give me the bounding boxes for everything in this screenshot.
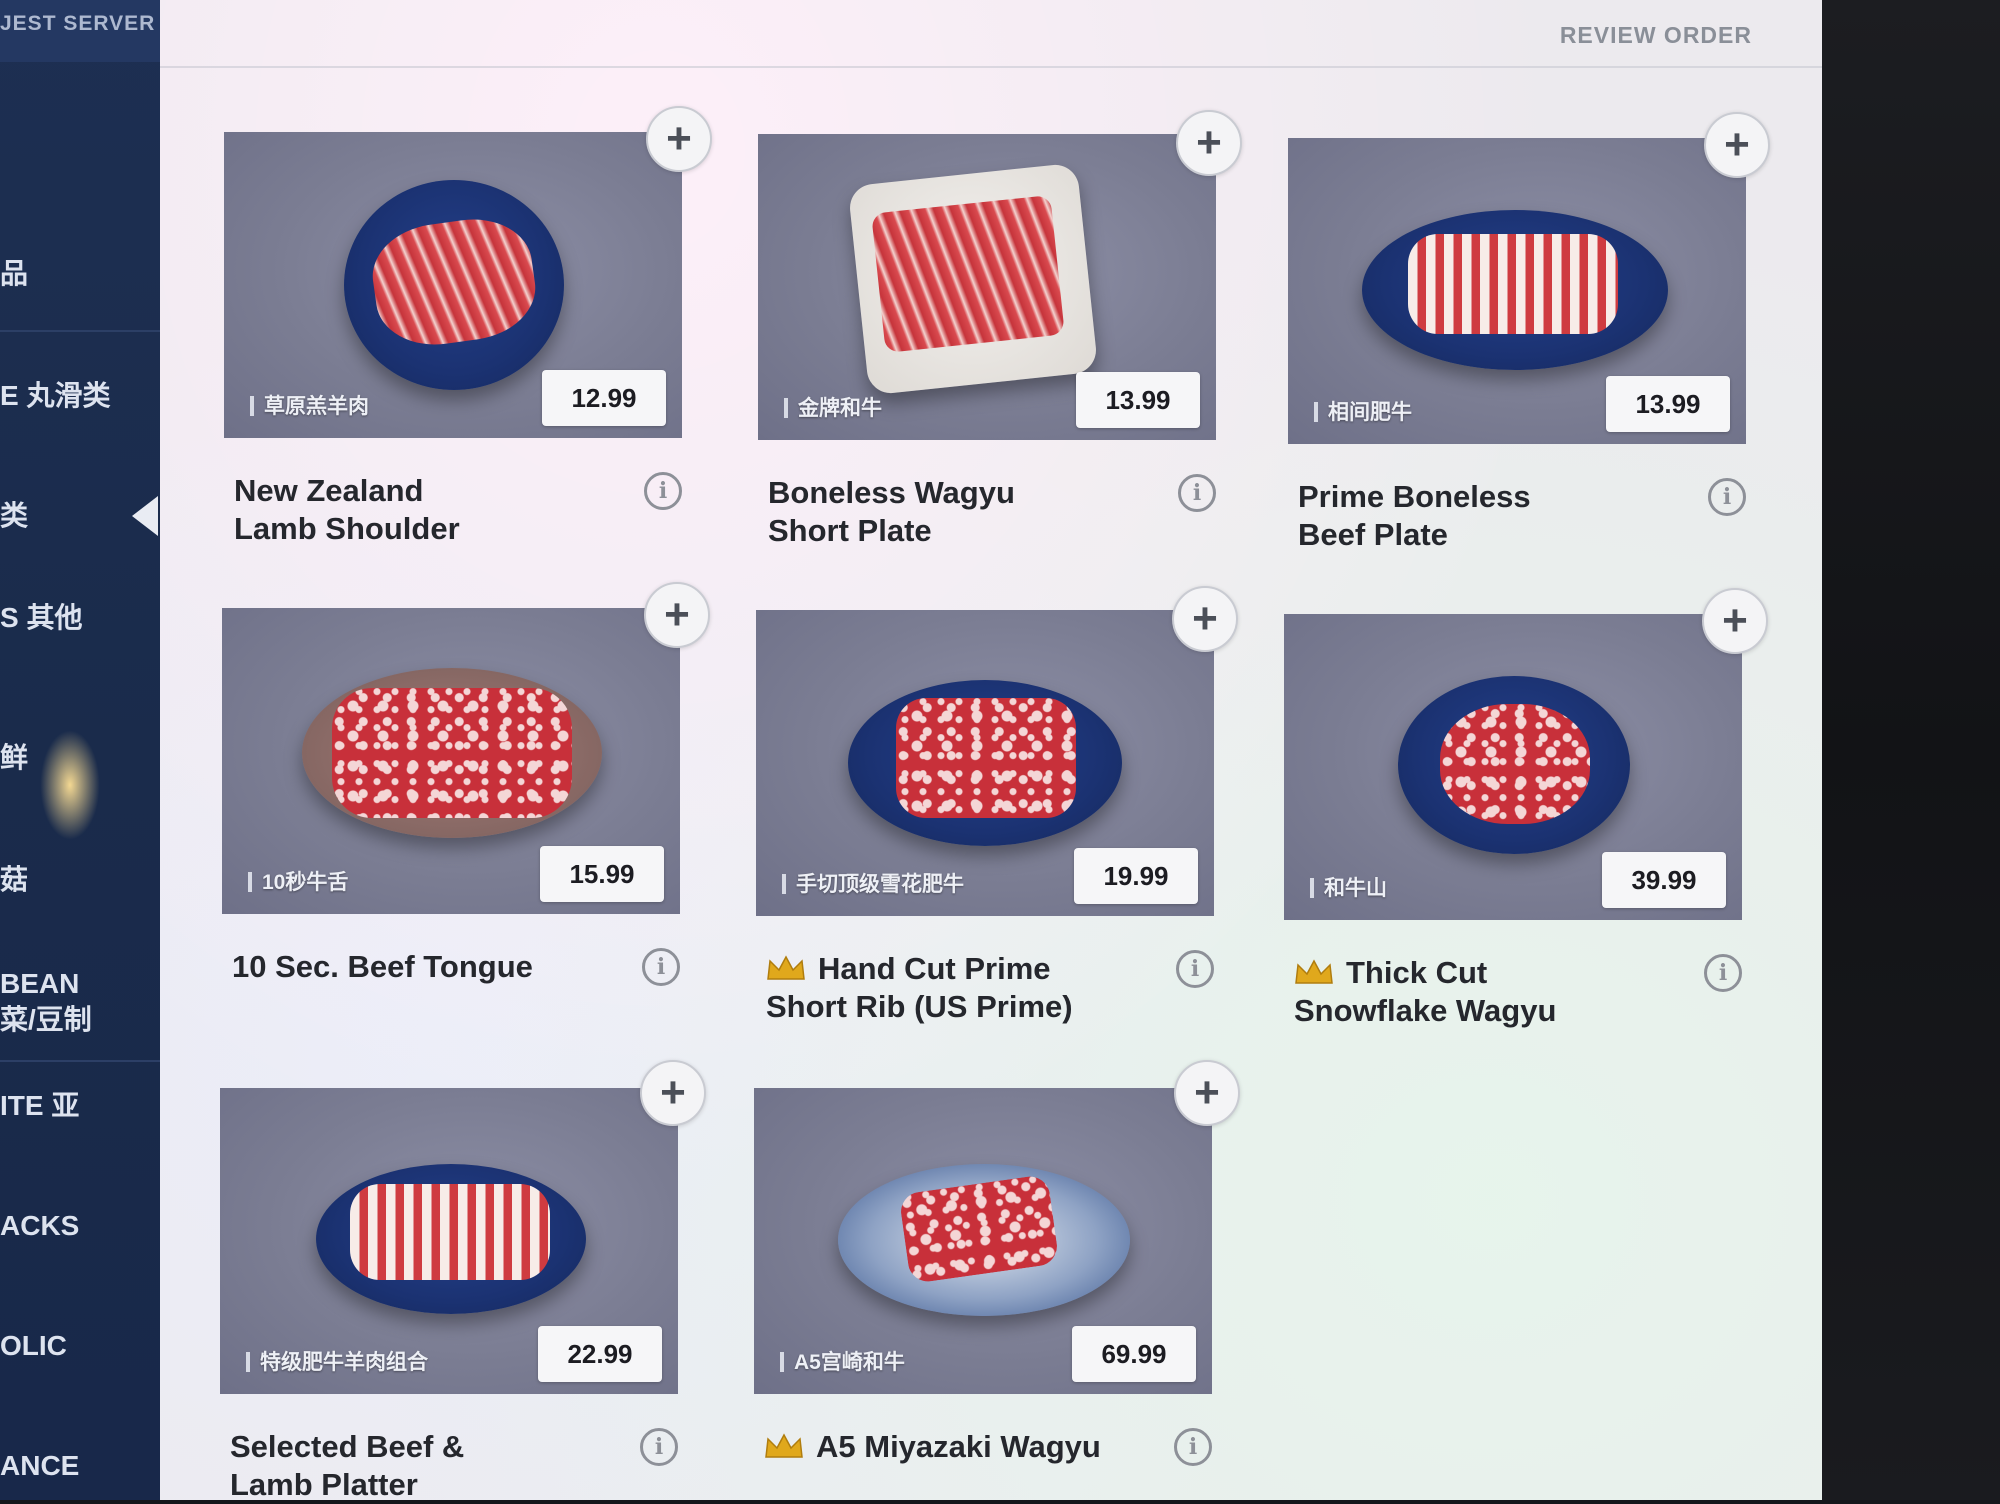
chinese-name: 10秒牛舌 xyxy=(248,866,348,896)
meat xyxy=(332,688,572,818)
item-name: A5 Miyazaki Wagyu xyxy=(764,1428,1184,1466)
meat xyxy=(1440,704,1590,824)
menu-item-card[interactable]: 草原羔羊肉 12.99 + New Zealand Lamb Shoulder i xyxy=(224,106,712,552)
sidebar-item-1[interactable]: E 丸滑类 xyxy=(0,378,160,414)
item-name: Prime Boneless Beef Plate xyxy=(1298,479,1531,552)
sidebar-item-7[interactable]: 菜/豆制 xyxy=(0,1002,160,1038)
item-name: Thick Cut Snowflake Wagyu xyxy=(1294,955,1557,1028)
light-glare xyxy=(40,730,100,840)
price-tag: 22.99 xyxy=(538,1326,662,1382)
dish-photo: 相间肥牛 13.99 xyxy=(1288,138,1746,444)
item-name: 10 Sec. Beef Tongue xyxy=(232,949,533,984)
crown-icon xyxy=(767,955,805,980)
item-name: Hand Cut Prime Short Rib (US Prime) xyxy=(766,951,1073,1024)
chinese-name: 手切顶级雪花肥牛 xyxy=(782,868,964,898)
sidebar-item-11[interactable]: ANCE xyxy=(0,1448,160,1484)
chinese-name: 草原羔羊肉 xyxy=(250,390,369,420)
info-icon[interactable]: i xyxy=(1178,474,1216,512)
sidebar-item-10[interactable]: OLIC xyxy=(0,1328,160,1364)
price-tag: 15.99 xyxy=(540,846,664,902)
sidebar-item-3[interactable]: S 其他 xyxy=(0,600,160,636)
item-name: Boneless Wagyu Short Plate xyxy=(768,475,1015,548)
header-divider xyxy=(160,66,1822,68)
sidebar-divider xyxy=(0,1060,160,1062)
menu-item-card[interactable]: A5宫崎和牛 69.99 + A5 Miyazaki Wagyu i xyxy=(754,1060,1240,1500)
menu-item-card[interactable]: 10秒牛舌 15.99 + 10 Sec. Beef Tongue i xyxy=(222,582,710,1028)
price-tag: 69.99 xyxy=(1072,1326,1196,1382)
price-tag: 19.99 xyxy=(1074,848,1198,904)
info-icon[interactable]: i xyxy=(644,472,682,510)
dish-photo: 特级肥牛羊肉组合 22.99 xyxy=(220,1088,678,1394)
sidebar-item-5[interactable]: 菇 xyxy=(0,862,160,898)
info-icon[interactable]: i xyxy=(642,948,680,986)
dish-photo: 金牌和牛 13.99 xyxy=(758,134,1216,440)
add-item-button[interactable]: + xyxy=(640,1060,706,1126)
chinese-name: 和牛山 xyxy=(1310,872,1387,902)
dish-photo: 10秒牛舌 15.99 xyxy=(222,608,680,914)
price-tag: 13.99 xyxy=(1076,372,1200,428)
chinese-name: 特级肥牛羊肉组合 xyxy=(246,1346,428,1376)
active-category-pointer xyxy=(132,496,158,536)
dish-photo: A5宫崎和牛 69.99 xyxy=(754,1088,1212,1394)
crown-icon xyxy=(1295,959,1333,984)
dish-photo: 和牛山 39.99 xyxy=(1284,614,1742,920)
info-icon[interactable]: i xyxy=(1704,954,1742,992)
menu-panel: REVIEW ORDER 草原羔羊肉 12.99 + New Zealand La… xyxy=(160,0,1822,1502)
add-item-button[interactable]: + xyxy=(646,106,712,172)
price-tag: 39.99 xyxy=(1602,852,1726,908)
review-order-button[interactable]: REVIEW ORDER xyxy=(1560,22,1752,49)
crown-icon xyxy=(765,1433,803,1458)
item-name: Selected Beef & Lamb Platter xyxy=(230,1429,465,1502)
menu-item-card[interactable]: 特级肥牛羊肉组合 22.99 + Selected Beef & Lamb Pla… xyxy=(220,1060,706,1502)
meat xyxy=(1408,234,1618,334)
info-icon[interactable]: i xyxy=(1176,950,1214,988)
price-tag: 12.99 xyxy=(542,370,666,426)
sidebar-item-0[interactable]: 品 xyxy=(0,256,160,292)
sidebar-item-9[interactable]: ACKS xyxy=(0,1208,160,1244)
info-icon[interactable]: i xyxy=(640,1428,678,1466)
dish-photo: 手切顶级雪花肥牛 19.99 xyxy=(756,610,1214,916)
meat xyxy=(871,194,1065,354)
add-item-button[interactable]: + xyxy=(1702,588,1768,654)
info-icon[interactable]: i xyxy=(1174,1428,1212,1466)
sidebar-item-8[interactable]: ITE 亚 xyxy=(0,1088,160,1124)
item-name: New Zealand Lamb Shoulder xyxy=(234,473,460,546)
chinese-name: 金牌和牛 xyxy=(784,392,882,422)
add-item-button[interactable]: + xyxy=(1174,1060,1240,1126)
add-item-button[interactable]: + xyxy=(1704,112,1770,178)
meat xyxy=(350,1184,550,1280)
price-tag: 13.99 xyxy=(1606,376,1730,432)
chinese-name: 相间肥牛 xyxy=(1314,396,1412,426)
menu-item-card[interactable]: 相间肥牛 13.99 + Prime Boneless Beef Plate i xyxy=(1288,112,1770,558)
add-item-button[interactable]: + xyxy=(1172,586,1238,652)
menu-item-card[interactable]: 和牛山 39.99 + Thick Cut Snowflake Wagyu i xyxy=(1284,588,1768,1034)
dish-photo: 草原羔羊肉 12.99 xyxy=(224,132,682,438)
sidebar-divider xyxy=(0,330,160,332)
add-item-button[interactable]: + xyxy=(644,582,710,648)
info-icon[interactable]: i xyxy=(1708,478,1746,516)
menu-item-card[interactable]: 手切顶级雪花肥牛 19.99 + Hand Cut Prime Short Ri… xyxy=(756,586,1238,1030)
add-item-button[interactable]: + xyxy=(1176,110,1242,176)
sidebar-item-6[interactable]: BEAN xyxy=(0,966,160,1002)
call-server-button[interactable]: JEST SERVER xyxy=(0,0,160,62)
chinese-name: A5宫崎和牛 xyxy=(780,1346,905,1376)
menu-item-card[interactable]: 金牌和牛 13.99 + Boneless Wagyu Short Plate i xyxy=(758,110,1242,554)
device-bezel xyxy=(1822,0,2000,1500)
meat xyxy=(896,698,1076,818)
